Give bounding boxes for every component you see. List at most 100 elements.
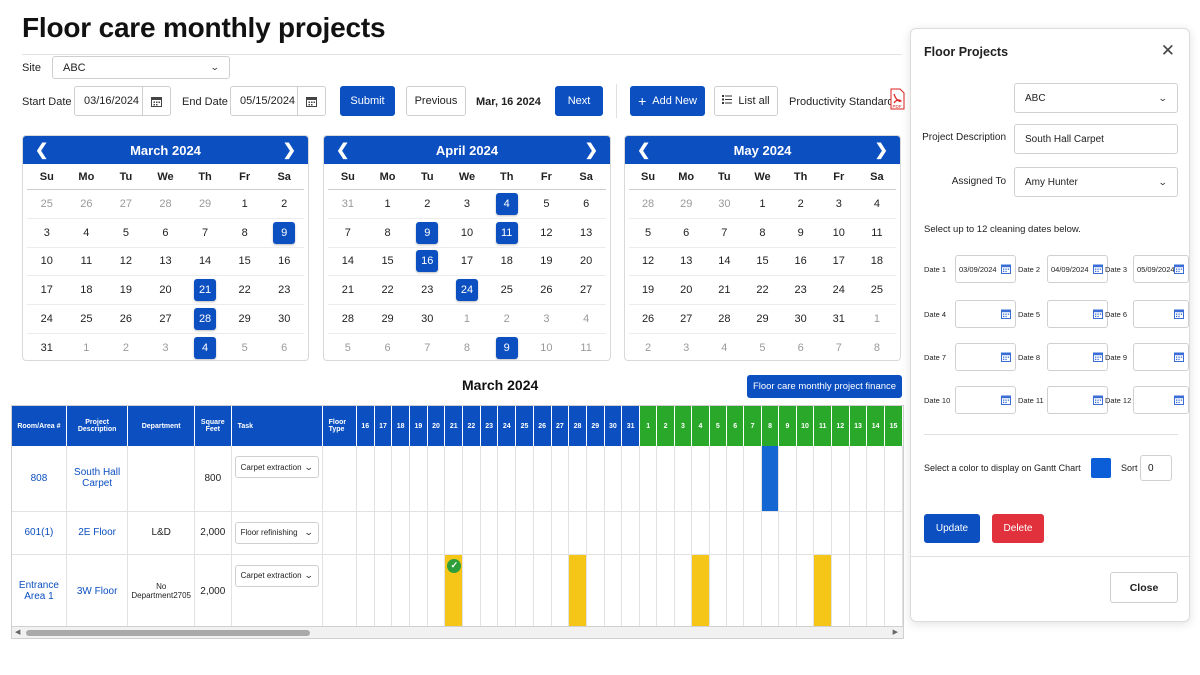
gantt-day-cell[interactable]: [831, 554, 850, 626]
gantt-day-cell[interactable]: ✓: [444, 554, 464, 626]
gantt-day-cell[interactable]: [726, 511, 745, 555]
project-description-cell[interactable]: 3W Floor: [66, 554, 129, 626]
next-button[interactable]: Next: [555, 86, 603, 116]
calendar-day[interactable]: 21: [328, 276, 368, 306]
gantt-day-cell[interactable]: [374, 554, 393, 626]
calendar-day[interactable]: 5: [106, 219, 146, 248]
gantt-day-cell[interactable]: [462, 511, 481, 555]
calendar-day[interactable]: 10: [527, 334, 567, 360]
gantt-day-cell[interactable]: [709, 554, 728, 626]
calendar-icon[interactable]: [1174, 264, 1184, 274]
calendar-day[interactable]: 8: [743, 219, 782, 248]
gantt-day-cell[interactable]: [866, 446, 886, 512]
calendar-day[interactable]: 29: [743, 305, 782, 334]
calendar-day[interactable]: 7: [185, 219, 225, 248]
calendar-day[interactable]: 17: [27, 276, 67, 306]
calendar-day[interactable]: 26: [106, 305, 146, 334]
gantt-day-cell[interactable]: [796, 446, 815, 512]
calendar-day[interactable]: 7: [407, 334, 447, 360]
calendar-day-selected[interactable]: 9: [264, 219, 304, 248]
close-icon[interactable]: ✕: [1161, 41, 1175, 61]
calendar-day[interactable]: 25: [857, 276, 896, 306]
calendar-day[interactable]: 19: [629, 276, 668, 306]
calendar-day[interactable]: 5: [629, 219, 668, 248]
gantt-day-cell[interactable]: [551, 511, 570, 555]
calendar-day[interactable]: 2: [781, 190, 820, 219]
calendar-day-selected[interactable]: 4: [185, 334, 225, 360]
calendar-day[interactable]: 6: [566, 190, 606, 219]
calendar-day[interactable]: 6: [782, 334, 820, 360]
date-input[interactable]: [1133, 300, 1189, 328]
gantt-day-cell[interactable]: [849, 446, 868, 512]
gantt-day-cell[interactable]: [391, 511, 411, 555]
calendar-day[interactable]: 6: [145, 219, 186, 248]
calendar-day[interactable]: 1: [367, 190, 408, 219]
previous-button[interactable]: Previous: [406, 86, 466, 116]
calendar-day[interactable]: 2: [106, 334, 146, 360]
gantt-day-cell[interactable]: [639, 554, 658, 626]
calendar-day[interactable]: 14: [185, 248, 225, 277]
calendar-day[interactable]: 22: [743, 276, 782, 306]
chevron-left-icon[interactable]: ❮: [336, 140, 349, 160]
gantt-bar[interactable]: [761, 446, 779, 511]
date-input[interactable]: [955, 300, 1016, 328]
gantt-day-cell[interactable]: [743, 511, 762, 555]
calendar-day[interactable]: 6: [368, 334, 408, 360]
gantt-day-cell[interactable]: [533, 511, 552, 555]
calendar-day[interactable]: 3: [667, 334, 705, 360]
gantt-day-cell[interactable]: [761, 446, 780, 512]
calendar-day-selected[interactable]: 9: [487, 334, 527, 360]
room-cell[interactable]: 601(1): [12, 511, 67, 555]
gantt-day-cell[interactable]: [639, 446, 658, 512]
gantt-day-cell[interactable]: [409, 554, 428, 626]
calendar-day[interactable]: 29: [667, 190, 706, 219]
calendar-day[interactable]: 1: [67, 334, 107, 360]
gantt-day-cell[interactable]: [656, 446, 675, 512]
horizontal-scrollbar[interactable]: ◀ ▶: [11, 627, 904, 639]
calendar-day[interactable]: 23: [264, 276, 304, 306]
calendar-day[interactable]: 11: [857, 219, 896, 248]
calendar-day[interactable]: 13: [667, 248, 706, 277]
calendar-day[interactable]: 3: [27, 219, 67, 248]
productivity-standards-link[interactable]: Productivity Standards: [789, 96, 899, 108]
calendar-day[interactable]: 7: [820, 334, 858, 360]
room-cell[interactable]: 808: [12, 446, 67, 512]
calendar-day[interactable]: 29: [185, 190, 225, 219]
calendar-day[interactable]: 12: [106, 248, 146, 277]
calendar-day[interactable]: 4: [705, 334, 743, 360]
date-input[interactable]: [1133, 386, 1189, 414]
gantt-bar[interactable]: [692, 554, 709, 626]
calendar-day[interactable]: 18: [857, 248, 896, 277]
gantt-day-cell[interactable]: [533, 446, 552, 512]
gantt-day-cell[interactable]: [374, 446, 393, 512]
gantt-day-cell[interactable]: [551, 446, 570, 512]
gantt-day-cell[interactable]: [586, 446, 605, 512]
gantt-day-cell[interactable]: [480, 446, 499, 512]
task-select[interactable]: Carpet extraction ⌄: [234, 456, 319, 478]
calendar-day[interactable]: 8: [447, 334, 487, 360]
calendar-day[interactable]: 27: [667, 305, 706, 334]
calendar-day[interactable]: 22: [367, 276, 408, 306]
gantt-bar[interactable]: [569, 554, 586, 626]
calendar-day[interactable]: 25: [486, 276, 527, 306]
gantt-day-cell[interactable]: [796, 554, 815, 626]
panel-site-select[interactable]: ABC ⌄: [1014, 83, 1178, 113]
calendar-icon[interactable]: [1001, 395, 1011, 405]
calendar-icon[interactable]: [1174, 352, 1184, 362]
date-input[interactable]: [1047, 300, 1108, 328]
calendar-day[interactable]: 4: [566, 305, 606, 334]
calendar-day[interactable]: 21: [705, 276, 744, 306]
calendar-day[interactable]: 9: [781, 219, 820, 248]
gantt-day-cell[interactable]: [409, 446, 428, 512]
gantt-day-cell[interactable]: [480, 554, 499, 626]
gantt-day-cell[interactable]: [604, 511, 623, 555]
calendar-day[interactable]: 15: [743, 248, 782, 277]
calendar-day[interactable]: 28: [705, 305, 744, 334]
calendar-day[interactable]: 3: [447, 190, 487, 219]
calendar-day[interactable]: 14: [328, 248, 368, 277]
add-new-button[interactable]: + Add New: [630, 86, 705, 116]
calendar-day[interactable]: 3: [526, 305, 567, 334]
calendar-day[interactable]: 26: [66, 190, 107, 219]
gantt-day-cell[interactable]: [726, 446, 745, 512]
gantt-day-cell[interactable]: [515, 511, 534, 555]
